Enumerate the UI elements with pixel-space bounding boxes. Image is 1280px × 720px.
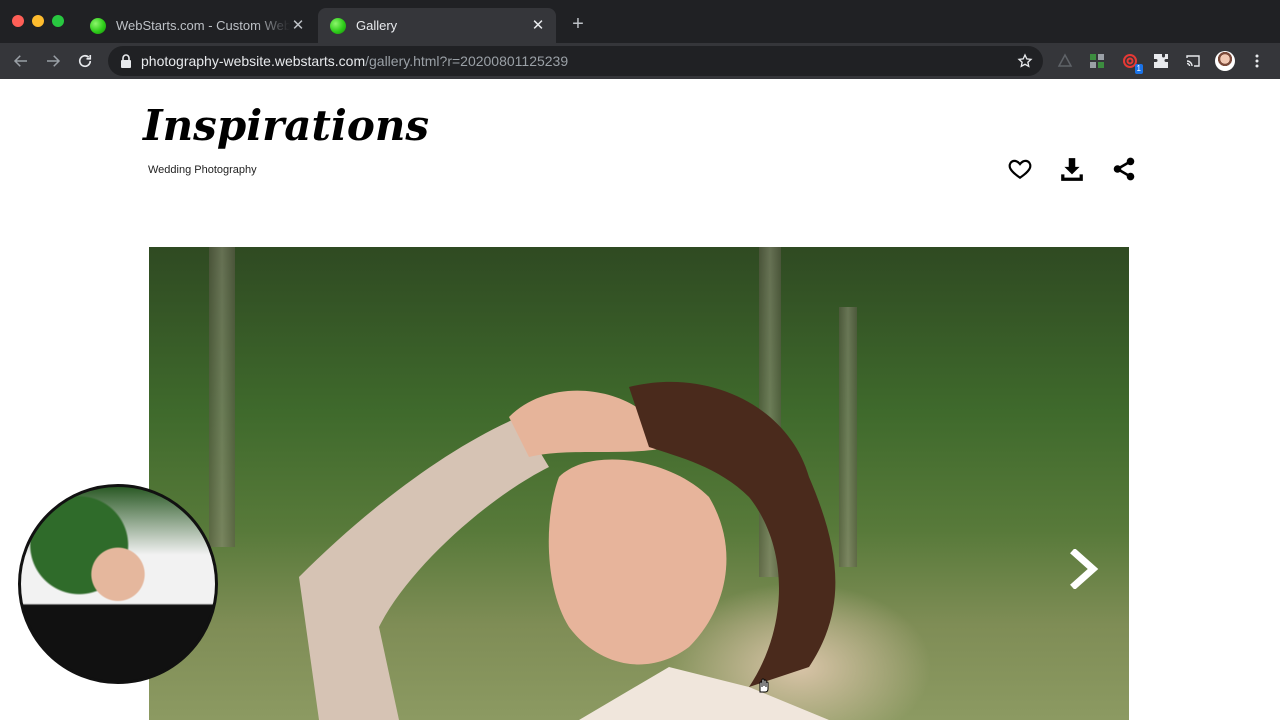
share-icon[interactable] — [1110, 155, 1138, 183]
bookmark-star-icon[interactable] — [1017, 53, 1033, 69]
extension-spiral-icon[interactable]: 1 — [1120, 51, 1143, 74]
tab-strip: WebStarts.com - Custom Web ✕ Gallery ✕ + — [0, 0, 1280, 43]
heart-icon[interactable] — [1006, 155, 1034, 183]
site-logo[interactable]: Inspirations — [143, 101, 429, 150]
url-text: photography-website.webstarts.com/galler… — [141, 53, 568, 69]
url-path: /gallery.html?r=20200801125239 — [365, 53, 569, 69]
profile-avatar[interactable] — [1215, 51, 1235, 71]
menu-kebab-icon[interactable] — [1247, 51, 1267, 71]
window-close-button[interactable] — [12, 15, 24, 27]
download-icon[interactable] — [1058, 155, 1086, 183]
url-host: photography-website.webstarts.com — [141, 53, 366, 69]
extensions-puzzle-icon[interactable] — [1151, 51, 1171, 71]
site-subtitle: Wedding Photography — [148, 164, 257, 176]
forward-icon[interactable] — [41, 49, 65, 73]
tab-close-icon[interactable]: ✕ — [290, 17, 306, 34]
gallery-photo[interactable] — [149, 247, 1129, 720]
back-icon[interactable] — [9, 49, 33, 73]
extension-triangle-icon[interactable] — [1055, 51, 1075, 71]
tab-close-icon[interactable]: ✕ — [530, 17, 546, 34]
extension-badge: 1 — [1134, 64, 1143, 74]
webstarts-favicon-icon — [330, 17, 346, 34]
tab-gallery[interactable]: Gallery ✕ — [318, 8, 556, 43]
webcam-overlay — [18, 484, 218, 684]
window-maximize-button[interactable] — [52, 15, 64, 27]
tab-title: WebStarts.com - Custom Web — [116, 18, 290, 33]
hand-cursor-icon — [759, 678, 769, 693]
gallery-actions — [1006, 155, 1138, 183]
cast-icon[interactable] — [1183, 51, 1203, 71]
tab-webstarts[interactable]: WebStarts.com - Custom Web ✕ — [78, 8, 316, 43]
photo-subject — [299, 381, 836, 720]
lock-icon — [120, 54, 132, 68]
webstarts-favicon-icon — [90, 17, 106, 34]
chevron-right-icon[interactable] — [1067, 548, 1103, 590]
new-tab-button[interactable]: + — [568, 14, 588, 34]
reload-icon[interactable] — [73, 49, 97, 73]
browser-toolbar: photography-website.webstarts.com/galler… — [0, 43, 1280, 79]
extension-grid-icon[interactable] — [1087, 51, 1107, 71]
avatar — [1215, 51, 1235, 71]
address-bar[interactable]: photography-website.webstarts.com/galler… — [108, 46, 1043, 76]
tab-title: Gallery — [356, 18, 398, 33]
window-minimize-button[interactable] — [32, 15, 44, 27]
